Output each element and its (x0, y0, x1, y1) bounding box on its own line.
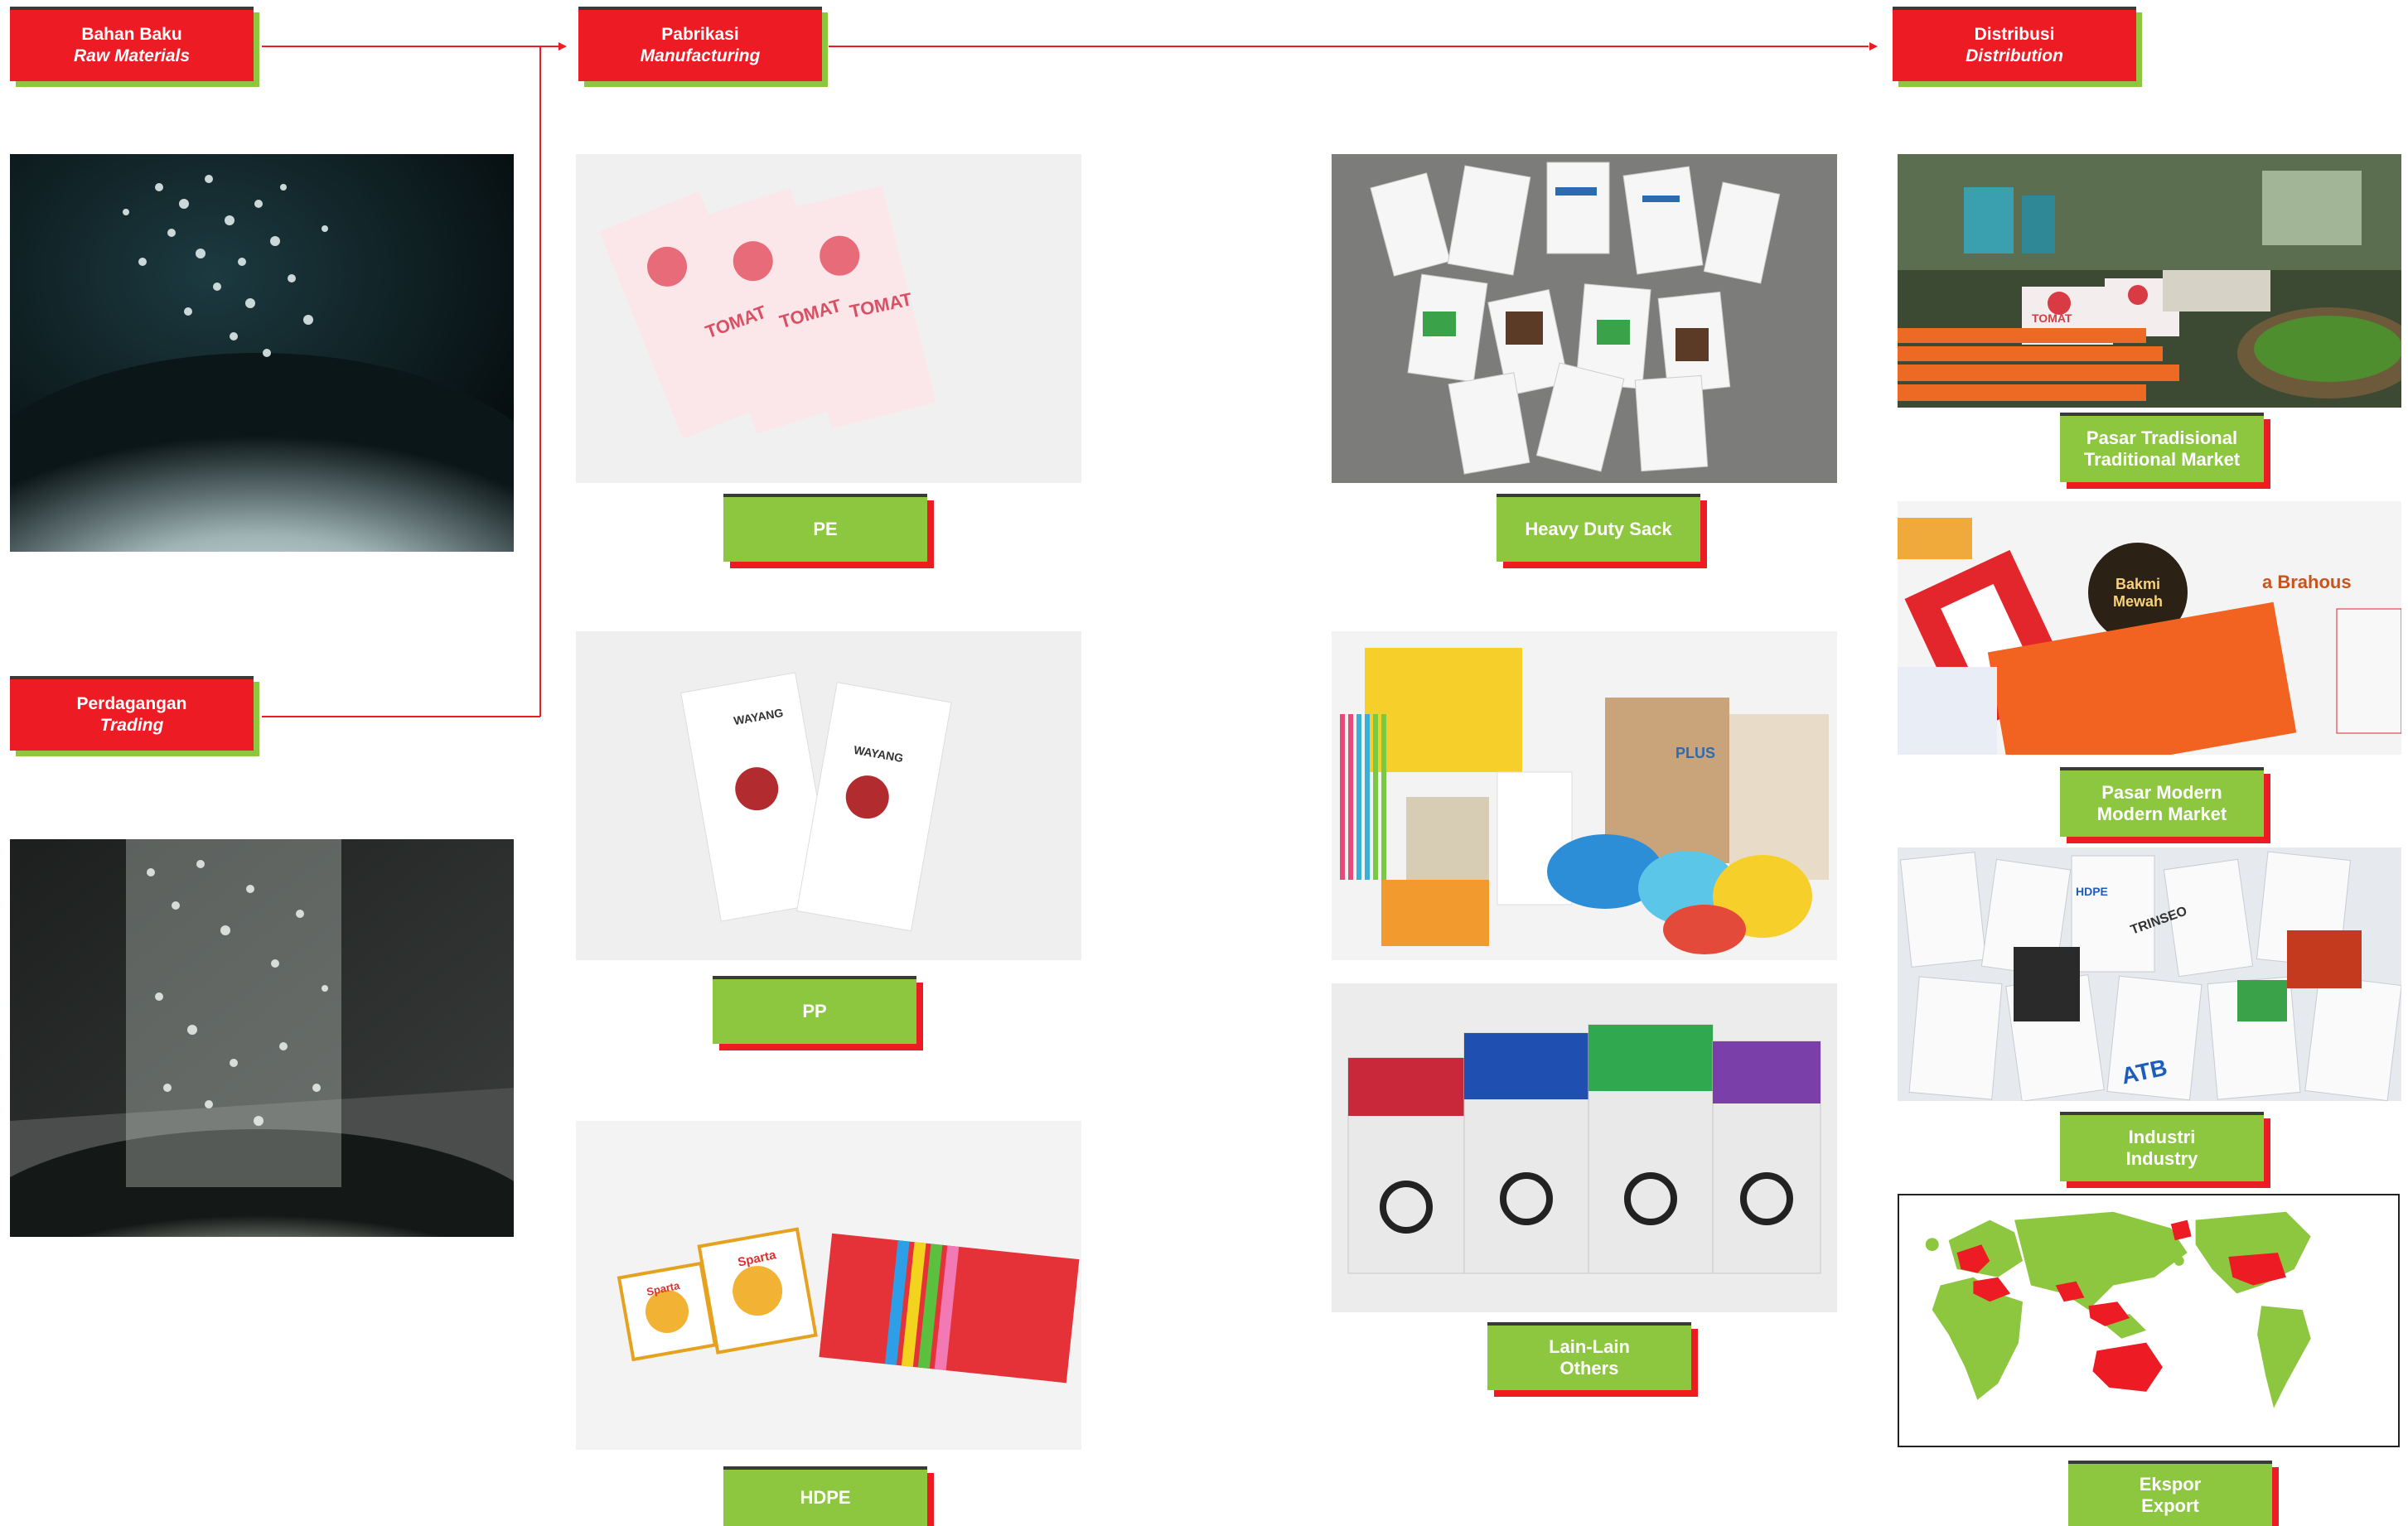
label-traditional-subtitle: Traditional Market (2083, 449, 2241, 470)
stage-trading: Perdagangan Trading (10, 676, 254, 751)
stage-trading-subtitle: Trading (99, 716, 164, 735)
export-world-map (1898, 1194, 2400, 1447)
modern-brand-brahous: a Brahous (2262, 572, 2352, 592)
label-modern-title: Pasar Modern (2101, 782, 2222, 803)
pe-product-photo: TOMAT TOMAT TOMAT (576, 154, 1081, 483)
stage-distribution-subtitle: Distribution (1966, 46, 2063, 65)
label-others: Lain-Lain Others (1487, 1322, 1691, 1390)
heavy-duty-sack-photo (1332, 154, 1837, 483)
stage-manufacturing: Pabrikasi Manufacturing (578, 7, 822, 81)
stage-raw-materials: Bahan Baku Raw Materials (10, 7, 254, 81)
label-hdpe-text: HDPE (800, 1487, 851, 1508)
industry-brand-hdpe: HDPE (2076, 885, 2108, 898)
label-export-title: Ekspor (2139, 1473, 2202, 1495)
label-hdpe: HDPE (723, 1466, 927, 1526)
label-heavy-duty-sack: Heavy Duty Sack (1497, 494, 1700, 562)
stage-distribution-title: Distribusi (1974, 25, 2055, 44)
stage-trading-title: Perdagangan (76, 694, 187, 713)
label-others-subtitle: Others (1559, 1358, 1619, 1379)
label-heavy-duty-sack-text: Heavy Duty Sack (1525, 519, 1672, 539)
label-export-subtitle: Export (2141, 1495, 2199, 1516)
traditional-market-photo: TOMAT (1898, 154, 2401, 408)
hdpe-product-photo: Sparta Sparta (576, 1121, 1081, 1450)
pp-product-photo: WAYANG WAYANG (576, 631, 1081, 960)
industry-photo: TRINSEO ATB HDPE (1898, 848, 2401, 1101)
label-industry-subtitle: Industry (2125, 1148, 2198, 1169)
others-brand-text: PLUS (1675, 745, 1716, 761)
modern-brand-mewah: Bakmi Mewah (2112, 576, 2163, 610)
raw-pellets-photo-1 (10, 154, 514, 552)
stage-manufacturing-subtitle: Manufacturing (640, 46, 761, 65)
traditional-brand-text: TOMAT (2032, 311, 2072, 325)
stage-raw-subtitle: Raw Materials (73, 46, 191, 65)
stage-manufacturing-title: Pabrikasi (661, 25, 739, 44)
label-others-title: Lain-Lain (1549, 1336, 1630, 1357)
stage-distribution: Distribusi Distribution (1893, 7, 2136, 81)
others-cups-photo (1332, 983, 1837, 1312)
label-pe: PE (723, 494, 927, 562)
label-traditional-market: Pasar Tradisional Traditional Market (2060, 413, 2264, 482)
label-modern-subtitle: Modern Market (2096, 804, 2227, 824)
label-pp-text: PP (802, 1001, 827, 1021)
label-industry: Industri Industry (2060, 1112, 2264, 1181)
others-products-photo: PLUS (1332, 631, 1837, 960)
stage-raw-title: Bahan Baku (81, 25, 182, 44)
label-industry-title: Industri (2128, 1127, 2196, 1147)
label-export: Ekspor Export (2068, 1461, 2272, 1526)
label-traditional-title: Pasar Tradisional (2086, 427, 2238, 448)
label-pp: PP (713, 976, 916, 1044)
label-modern-market: Pasar Modern Modern Market (2060, 767, 2264, 837)
modern-market-photo: Bakmi Mewah Alfamidi a Brahous (1898, 501, 2401, 755)
raw-pellets-photo-2 (10, 839, 514, 1237)
label-pe-text: PE (813, 519, 838, 539)
